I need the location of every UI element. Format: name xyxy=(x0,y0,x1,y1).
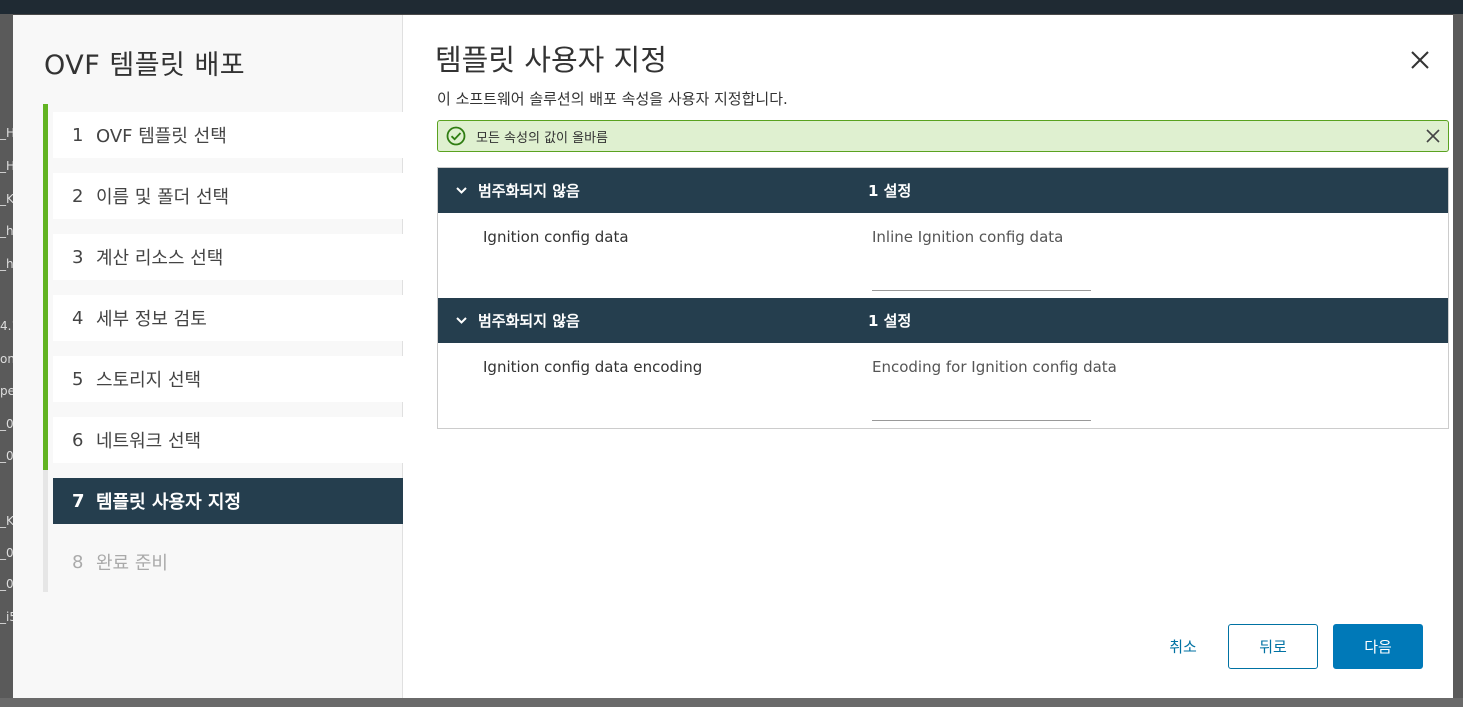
property-row: Ignition config data encoding Encoding f… xyxy=(438,343,1448,428)
step-label: OVF 템플릿 선택 xyxy=(96,126,227,147)
wizard-step-7[interactable]: 7 템플릿 사용자 지정 xyxy=(43,470,403,531)
group-count: 1 설정 xyxy=(868,312,912,330)
step-label: 네트워크 선택 xyxy=(96,431,202,452)
background-text: _H xyxy=(0,126,13,140)
background-text: _H xyxy=(0,159,13,173)
wizard-title: OVF 템플릿 배포 xyxy=(44,50,246,81)
ignition-config-data-input[interactable] xyxy=(872,265,1091,291)
group-name: 범주화되지 않음 xyxy=(478,182,580,200)
step-label: 템플릿 사용자 지정 xyxy=(96,492,242,513)
wizard-step-4[interactable]: 4 세부 정보 검토 xyxy=(43,287,403,348)
step-label: 완료 준비 xyxy=(96,553,168,574)
step-label: 이름 및 폴더 선택 xyxy=(96,187,230,208)
group-name: 범주화되지 않음 xyxy=(478,312,580,330)
wizard-step-5[interactable]: 5 스토리지 선택 xyxy=(43,348,403,409)
property-description: Inline Ignition config data xyxy=(872,228,1064,246)
check-circle-icon xyxy=(446,126,466,146)
page-title: 템플릿 사용자 지정 xyxy=(435,43,667,77)
page-description: 이 소프트웨어 솔루션의 배포 속성을 사용자 지정합니다. xyxy=(437,90,788,108)
property-group-header[interactable]: 범주화되지 않음 1 설정 xyxy=(438,298,1448,343)
wizard-step-2[interactable]: 2 이름 및 폴더 선택 xyxy=(43,165,403,226)
step-number: 6 xyxy=(72,429,84,451)
step-number: 2 xyxy=(72,185,84,207)
wizard-content: 템플릿 사용자 지정 이 소프트웨어 솔루션의 배포 속성을 사용자 지정합니다… xyxy=(403,15,1453,698)
wizard-step-8: 8 완료 준비 xyxy=(43,531,403,592)
background-text: _0 xyxy=(0,546,13,560)
wizard-step-1[interactable]: 1 OVF 템플릿 선택 xyxy=(43,104,403,165)
step-label: 세부 정보 검토 xyxy=(96,309,207,330)
chevron-down-icon[interactable] xyxy=(455,184,468,197)
background-text: on xyxy=(0,352,13,366)
group-count: 1 설정 xyxy=(868,182,912,200)
property-label: Ignition config data encoding xyxy=(483,358,703,376)
property-label: Ignition config data xyxy=(483,228,629,246)
property-group-header[interactable]: 범주화되지 않음 1 설정 xyxy=(438,168,1448,213)
property-description: Encoding for Ignition config data xyxy=(872,358,1117,376)
close-icon[interactable] xyxy=(1409,49,1431,71)
success-alert: 모든 속성의 값이 올바름 xyxy=(437,120,1449,152)
background-text: 4.1 xyxy=(0,319,13,333)
chevron-down-icon[interactable] xyxy=(455,314,468,327)
close-icon[interactable] xyxy=(1424,127,1442,145)
ignition-config-encoding-input[interactable] xyxy=(872,395,1091,421)
property-row: Ignition config data Inline Ignition con… xyxy=(438,213,1448,298)
background-app-header xyxy=(0,0,1463,14)
back-button[interactable]: 뒤로 xyxy=(1228,624,1318,669)
background-text: _h xyxy=(0,257,13,271)
step-label: 스토리지 선택 xyxy=(96,370,202,391)
properties-table: 범주화되지 않음 1 설정 Ignition config data Inlin… xyxy=(437,167,1449,429)
step-number: 8 xyxy=(72,551,84,573)
cancel-button[interactable]: 취소 xyxy=(1138,624,1228,669)
background-text: pe xyxy=(0,384,13,398)
step-number: 4 xyxy=(72,307,84,329)
background-text: _K xyxy=(0,514,13,528)
step-number: 3 xyxy=(72,246,84,268)
alert-text: 모든 속성의 값이 올바름 xyxy=(476,130,608,146)
wizard-step-6[interactable]: 6 네트워크 선택 xyxy=(43,409,403,470)
background-app-right xyxy=(1453,14,1463,707)
background-text: _i5 xyxy=(0,610,13,624)
background-text: _K xyxy=(0,192,13,206)
step-number: 1 xyxy=(72,124,84,146)
wizard-step-3[interactable]: 3 계산 리소스 선택 xyxy=(43,226,403,287)
background-text: _h xyxy=(0,224,13,238)
deploy-ovf-wizard-dialog: OVF 템플릿 배포 1 OVF 템플릿 선택 2 이름 및 폴더 선택 3 계산 리… xyxy=(13,15,1453,698)
wizard-steps: 1 OVF 템플릿 선택 2 이름 및 폴더 선택 3 계산 리소스 선택 4 세부 정… xyxy=(43,104,403,592)
step-label: 계산 리소스 선택 xyxy=(96,248,224,269)
wizard-sidebar: OVF 템플릿 배포 1 OVF 템플릿 선택 2 이름 및 폴더 선택 3 계산 리… xyxy=(13,15,403,698)
background-text: _0 xyxy=(0,577,13,591)
background-app-bottom xyxy=(0,698,1463,707)
step-number: 5 xyxy=(72,368,84,390)
background-app-left: _H _H _K _h _h 4.1 on pe _0 _0 _K _0 _0 … xyxy=(0,14,13,707)
step-number: 7 xyxy=(72,490,85,512)
background-text: _0 xyxy=(0,449,13,463)
background-text: _0 xyxy=(0,417,13,431)
next-button[interactable]: 다음 xyxy=(1333,624,1423,669)
